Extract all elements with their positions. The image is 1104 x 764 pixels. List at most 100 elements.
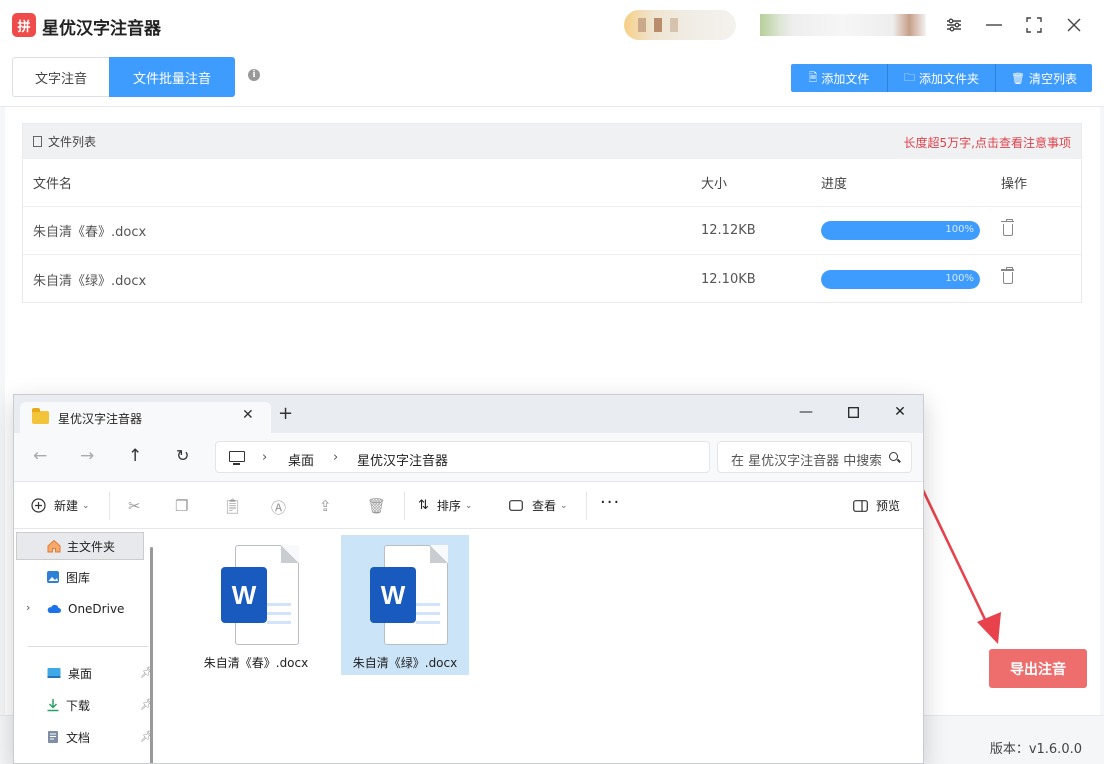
maximize-icon[interactable] <box>1021 12 1047 38</box>
close-tab-icon[interactable]: ✕ <box>242 407 254 423</box>
explorer-command-bar: 新建 ⌄ ✂ ❐ 📋︎ Ⓐ ⇪ 🗑 ⇅ 排序 ⌄ 查看 ⌄ ··· 预览 <box>14 481 923 529</box>
computer-icon <box>229 451 245 465</box>
back-icon[interactable]: ← <box>33 447 47 465</box>
action-cell <box>1001 218 1081 240</box>
chevron-right-icon: › <box>262 450 268 465</box>
chevron-right-icon: › <box>333 450 339 465</box>
annotation-arrow <box>919 485 1001 644</box>
forward-icon[interactable]: → <box>80 447 94 465</box>
delete-icon[interactable]: 🗑 <box>367 497 386 515</box>
copy-icon[interactable]: ❐ <box>175 497 188 515</box>
explorer-close-icon[interactable]: ✕ <box>889 401 911 423</box>
file-size-cell: 12.12KB <box>701 223 756 238</box>
table-row[interactable]: 朱自清《春》.docx 12.12KB 100% <box>23 207 1081 255</box>
file-icon: 🗎 <box>808 70 818 84</box>
preview-pane-icon <box>853 499 868 512</box>
explorer-nav-pane: 主文件夹 图库 › OneDrive 桌面 📌︎ 下载 📌︎ 文档 📌︎ <box>14 529 162 763</box>
trash-icon: 🗑 <box>1011 71 1025 85</box>
nav-divider <box>28 646 148 647</box>
view-button[interactable]: 查看 ⌄ <box>509 497 568 514</box>
search-icon <box>889 452 898 461</box>
new-tab-icon[interactable]: + <box>278 405 293 423</box>
file-name-label: 朱自清《绿》.docx <box>352 656 458 670</box>
chevron-down-icon: ⌄ <box>560 500 568 511</box>
explorer-tab[interactable]: 星优汉字注音器 ✕ <box>20 402 271 433</box>
table-row[interactable]: 朱自清《绿》.docx 12.10KB 100% <box>23 255 1081 303</box>
minimize-icon[interactable] <box>981 12 1007 38</box>
version-label: 版本：v1.6.0.0 <box>989 742 1082 757</box>
add-folder-button[interactable]: 🗀 添加文件夹 <box>888 64 996 92</box>
divider <box>586 492 587 520</box>
progress-label: 100% <box>945 224 974 235</box>
home-icon <box>47 539 61 553</box>
file-list-header: 文件列表 长度超5万字,点击查看注意事项 <box>23 124 1081 159</box>
nav-item-documents[interactable]: 文档 📌︎ <box>16 723 154 751</box>
info-icon[interactable]: i <box>248 69 260 81</box>
preview-button[interactable]: 预览 <box>853 497 900 514</box>
chevron-right-icon: › <box>26 601 31 614</box>
column-action: 操作 <box>1001 177 1028 192</box>
delete-icon[interactable] <box>1001 218 1014 236</box>
address-input[interactable]: › 桌面 › 星优汉字注音器 <box>215 441 710 473</box>
file-name-label: 朱自清《春》.docx <box>203 656 309 670</box>
nav-item-downloads[interactable]: 下载 📌︎ <box>16 691 154 719</box>
search-input[interactable]: 在 星优汉字注音器 中搜索 <box>717 441 912 473</box>
divider <box>109 492 110 520</box>
clear-list-button[interactable]: 🗑 清空列表 <box>996 64 1092 92</box>
close-icon[interactable] <box>1061 12 1087 38</box>
share-icon[interactable]: ⇪ <box>319 497 332 515</box>
action-cell <box>1001 267 1081 288</box>
up-icon[interactable]: ↑ <box>128 447 142 465</box>
file-item[interactable]: W 朱自清《春》.docx <box>192 535 320 675</box>
more-options-icon[interactable]: ··· <box>600 492 620 513</box>
file-name-cell: 朱自清《绿》.docx <box>33 273 147 289</box>
account-info-blurred[interactable] <box>760 14 926 36</box>
view-icon <box>509 500 523 511</box>
download-icon <box>47 699 59 712</box>
nav-item-onedrive[interactable]: › OneDrive <box>16 595 144 623</box>
cloud-icon <box>47 604 61 613</box>
explorer-maximize-icon[interactable] <box>842 401 864 423</box>
progress-cell: 100% <box>821 221 1001 240</box>
rename-icon[interactable]: Ⓐ <box>271 497 286 518</box>
explorer-tab-bar: 星优汉字注音器 ✕ + — ✕ <box>14 395 923 433</box>
breadcrumb-desktop[interactable]: 桌面 <box>288 450 314 469</box>
table-header: 文件名 大小 进度 操作 <box>23 159 1081 207</box>
add-file-button[interactable]: 🗎 添加文件 <box>791 64 888 92</box>
folder-icon <box>32 408 49 424</box>
settings-icon[interactable] <box>941 12 967 38</box>
desktop-icon <box>47 668 61 678</box>
nav-item-gallery[interactable]: 图库 <box>16 563 144 591</box>
nav-item-desktop[interactable]: 桌面 📌︎ <box>16 659 154 687</box>
app-title-bar: 拼 星优汉字注音器 <box>0 0 1104 52</box>
file-toolbar: 🗎 添加文件 🗀 添加文件夹 🗑 清空列表 <box>791 64 1092 92</box>
refresh-icon[interactable]: ↻ <box>176 447 189 465</box>
explorer-tab-title: 星优汉字注音器 <box>58 412 143 426</box>
file-list-card: 文件列表 长度超5万字,点击查看注意事项 文件名 大小 进度 操作 朱自清《春》… <box>22 123 1082 303</box>
nav-scrollbar[interactable] <box>150 547 153 763</box>
explorer-minimize-icon[interactable]: — <box>795 401 817 423</box>
new-button[interactable]: 新建 ⌄ <box>31 497 90 514</box>
file-list-title: 文件列表 <box>48 135 97 149</box>
progress-label: 100% <box>945 272 974 284</box>
column-name: 文件名 <box>33 177 73 192</box>
tab-text-annotation[interactable]: 文字注音 <box>12 57 109 97</box>
list-icon <box>33 136 42 147</box>
column-progress: 进度 <box>821 177 848 192</box>
length-notice-link[interactable]: 长度超5万字,点击查看注意事项 <box>904 134 1071 151</box>
paste-icon[interactable]: 📋︎ <box>223 497 242 515</box>
delete-icon[interactable] <box>1001 267 1014 284</box>
app-title: 星优汉字注音器 <box>42 19 161 39</box>
sort-icon: ⇅ <box>418 498 429 513</box>
export-annotation-button[interactable]: 导出注音 <box>989 649 1087 688</box>
sort-button[interactable]: ⇅ 排序 ⌄ <box>418 497 472 514</box>
explorer-address-bar: ← → ↑ ↻ › 桌面 › 星优汉字注音器 在 星优汉字注音器 中搜索 <box>14 433 923 481</box>
tab-batch-annotation[interactable]: 文件批量注音 <box>109 57 235 97</box>
file-item-selected[interactable]: W 朱自清《绿》.docx <box>341 535 469 675</box>
breadcrumb-folder[interactable]: 星优汉字注音器 <box>357 450 448 469</box>
user-info-blurred[interactable] <box>624 10 736 40</box>
nav-item-home[interactable]: 主文件夹 <box>16 532 144 560</box>
file-size-cell: 12.10KB <box>701 271 756 287</box>
mode-tabs-bar: 文字注音 文件批量注音 i 🗎 添加文件 🗀 添加文件夹 🗑 清空列表 <box>0 52 1104 107</box>
cut-icon[interactable]: ✂ <box>128 497 141 515</box>
